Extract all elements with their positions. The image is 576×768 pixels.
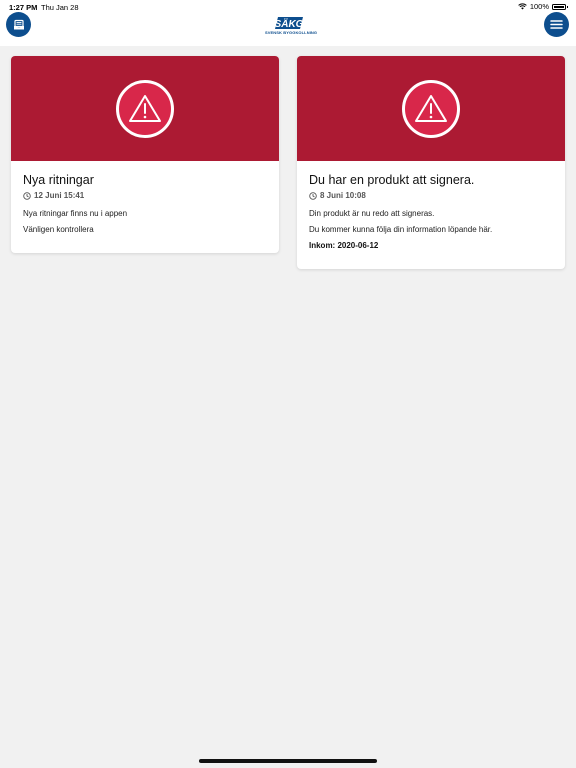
clock-icon — [309, 191, 317, 200]
warning-badge — [402, 79, 460, 138]
company-logo: SÄKG SVENSK BYGGKOLLNING — [265, 16, 318, 38]
menu-icon — [550, 20, 563, 29]
logo-subtitle: SVENSK BYGGKOLLNING — [265, 30, 318, 35]
notification-card[interactable]: Nya ritningar 12 Juni 15:41 Nya ritninga… — [11, 56, 279, 253]
clock-icon — [23, 191, 31, 200]
wifi-icon — [518, 3, 527, 10]
card-timestamp: 12 Juni 15:41 — [23, 191, 267, 200]
card-text-line: Din produkt är nu redo att signeras. — [309, 209, 435, 218]
status-right: 100% — [518, 2, 568, 11]
card-banner — [297, 56, 565, 161]
battery-icon — [552, 3, 568, 10]
battery-percent: 100% — [529, 2, 549, 11]
card-title: Nya ritningar — [23, 173, 94, 187]
card-banner — [11, 56, 279, 161]
status-time: 1:27 PM — [9, 3, 38, 12]
card-title: Du har en produkt att signera. — [309, 173, 475, 187]
card-timestamp: 8 Juni 10:08 — [309, 191, 553, 200]
inbox-icon — [13, 19, 24, 29]
logo-mark: SÄKG — [275, 17, 304, 30]
card-text-line: Nya ritningar finns nu i appen — [23, 209, 128, 218]
app-header: SÄKG SVENSK BYGGKOLLNING — [0, 12, 576, 46]
card-time-text: 8 Juni 10:08 — [320, 191, 366, 200]
status-bar: 1:27 PM Thu Jan 28 100% — [0, 0, 576, 14]
card-body: Du har en produkt att signera. 8 Juni 10… — [297, 161, 565, 250]
warning-icon — [415, 94, 447, 122]
warning-badge — [116, 79, 174, 138]
card-text-line: Du kommer kunna följa din information lö… — [309, 225, 493, 234]
card-body: Nya ritningar 12 Juni 15:41 Nya ritninga… — [11, 161, 279, 234]
card-text-line: Vänligen kontrollera — [23, 225, 94, 234]
inbox-button[interactable] — [6, 12, 31, 37]
warning-icon — [129, 94, 161, 122]
notification-card[interactable]: Du har en produkt att signera. 8 Juni 10… — [297, 56, 565, 269]
logo-letters: SÄKG — [275, 17, 304, 30]
card-time-text: 12 Juni 15:41 — [34, 191, 85, 200]
card-received-date: Inkom: 2020-06-12 — [309, 241, 379, 250]
status-date: Thu Jan 28 — [41, 3, 79, 12]
home-indicator[interactable] — [199, 759, 377, 763]
menu-button[interactable] — [544, 12, 569, 37]
